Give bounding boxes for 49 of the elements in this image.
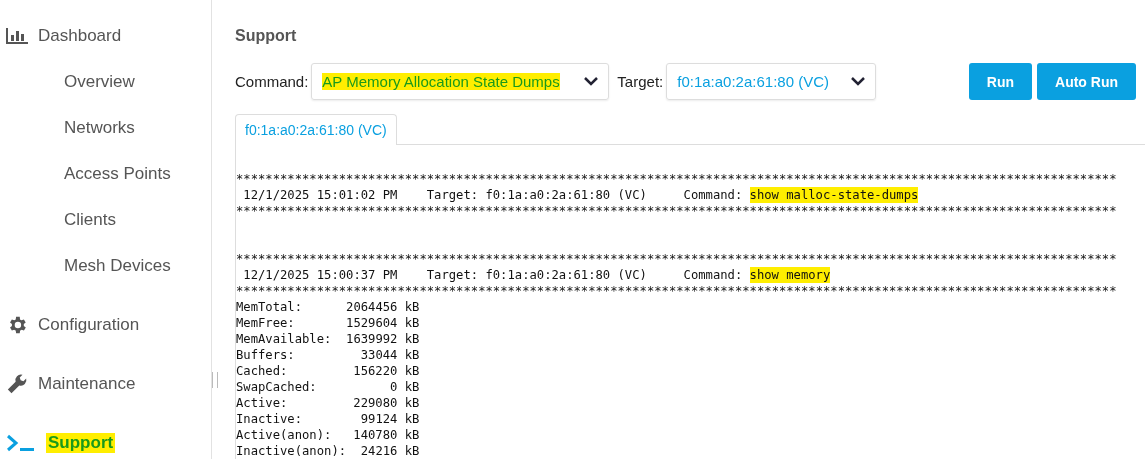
stat-value: 1529604 kB (346, 316, 420, 330)
command-text: show memory (749, 267, 831, 283)
stat-value: 140780 kB (353, 428, 420, 442)
terminal-icon (6, 434, 36, 452)
stat-value: 229080 kB (353, 396, 420, 410)
stat-value: 24216 kB (360, 444, 420, 458)
nav-item[interactable]: Dashboard (0, 24, 211, 48)
timestamp: 12/1/2025 15:00:37 PM (243, 268, 398, 282)
target-text: Target: f0:1a:a0:2a:61:80 (VC) (426, 268, 647, 282)
command-text: show malloc-state-dumps (749, 187, 919, 203)
chevron-down-icon (584, 77, 599, 86)
stat-label: MemAvailable: (236, 332, 332, 346)
resize-handle[interactable] (212, 372, 218, 388)
stat-value: 2064456 kB (346, 300, 420, 314)
stat-label: MemTotal: (236, 300, 303, 314)
stat-label: Inactive(anon): (236, 444, 347, 458)
stat-value: 156220 kB (353, 364, 420, 378)
field-label: Command: (235, 73, 309, 90)
stat-label: Cached: (236, 364, 288, 378)
stat-value: 33044 kB (360, 348, 420, 362)
stat-value: 1639992 kB (346, 332, 420, 346)
separator-text: ************************************************************************************************************************ (236, 251, 1117, 267)
command-label: Command: (683, 187, 743, 203)
field-label: Target: (617, 73, 664, 90)
stat-label: MemFree: (236, 316, 295, 330)
nav-subitem[interactable]: Mesh Devices (0, 254, 211, 278)
separator-text: ************************************************************************************************************************ (236, 171, 1117, 187)
nav-subitem[interactable]: Access Points (0, 162, 211, 186)
stat-label: Active(anon): (236, 428, 332, 442)
stat-value: 0 kB (390, 380, 420, 394)
nav-item[interactable]: Maintenance (0, 372, 211, 396)
timestamp: 12/1/2025 15:01:02 PM (243, 188, 398, 202)
target-text: Target: f0:1a:a0:2a:61:80 (VC) (426, 188, 647, 202)
nav-item[interactable]: Configuration (0, 313, 211, 337)
command-label: Command: (683, 267, 743, 283)
nav-subitem[interactable]: Clients (0, 208, 211, 232)
wrench-icon (6, 373, 28, 395)
stat-label: SwapCached: (236, 380, 317, 394)
stat-label: Buffers: (236, 348, 295, 362)
nav-subitem[interactable]: Overview (0, 70, 211, 94)
stat-value: 99124 kB (360, 412, 420, 426)
stat-label: Inactive: (236, 412, 303, 426)
stat-label: Active: (236, 396, 288, 410)
page-title: Support (235, 27, 298, 45)
separator-text: ************************************************************************************************************************ (236, 203, 1117, 219)
chevron-down-icon (851, 77, 866, 86)
bar-chart-icon (6, 28, 28, 44)
separator-text: ************************************************************************************************************************ (236, 283, 1117, 299)
nav-subitem[interactable]: Networks (0, 116, 211, 140)
